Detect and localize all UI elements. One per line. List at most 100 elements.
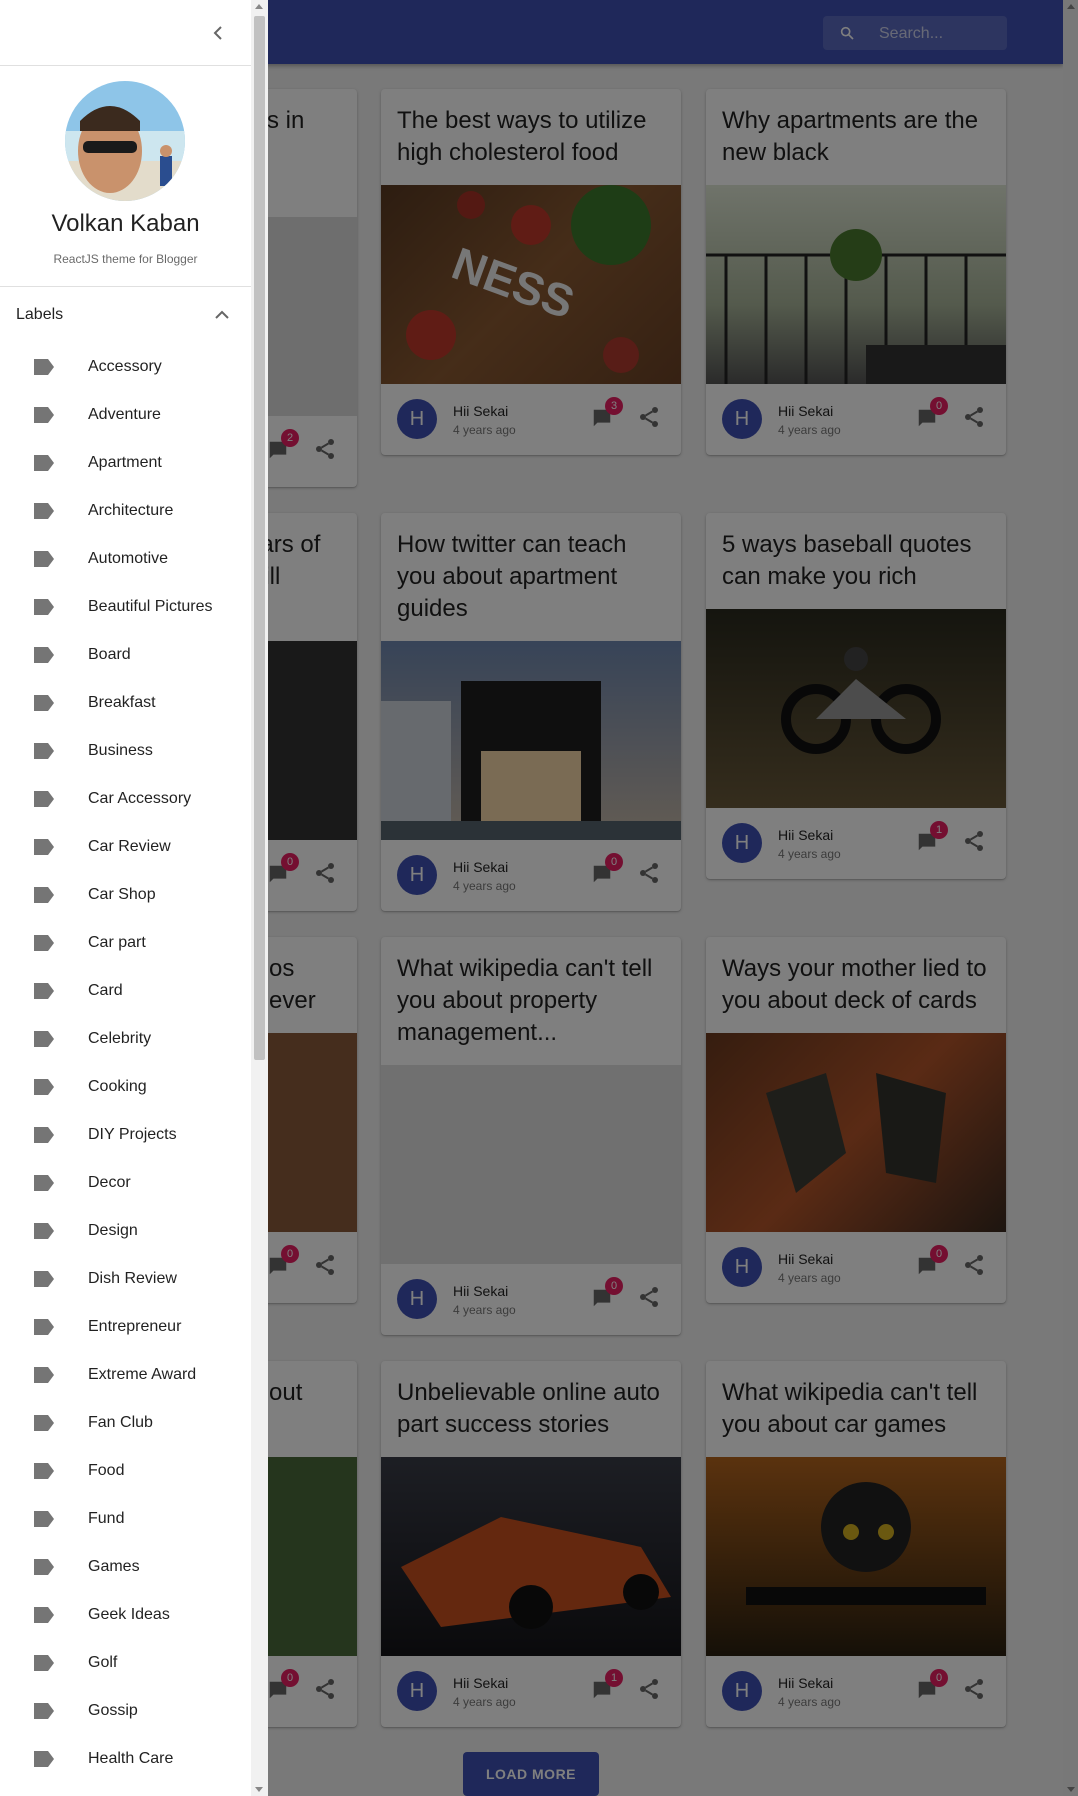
- label-text: Entrepreneur: [88, 1318, 182, 1335]
- label-icon: [34, 791, 54, 807]
- label-item[interactable]: Celebrity: [0, 1015, 251, 1063]
- label-item[interactable]: Health Care: [0, 1735, 251, 1783]
- label-item[interactable]: Car Shop: [0, 871, 251, 919]
- profile-subtitle: ReactJS theme for Blogger: [53, 252, 198, 266]
- label-item[interactable]: Decor: [0, 1159, 251, 1207]
- label-text: Car Shop: [88, 886, 156, 903]
- labels-title: Labels: [16, 306, 64, 323]
- label-text: Extreme Award: [88, 1366, 197, 1383]
- chevron-left-icon[interactable]: [206, 21, 230, 45]
- label-text: Fund: [88, 1510, 125, 1527]
- label-item[interactable]: Breakfast: [0, 679, 251, 727]
- label-text: Breakfast: [88, 694, 156, 711]
- label-item[interactable]: Adventure: [0, 391, 251, 439]
- label-item[interactable]: Board: [0, 631, 251, 679]
- profile-name: Volkan Kaban: [51, 210, 200, 237]
- label-icon: [34, 1415, 54, 1431]
- drawer-scrollbar[interactable]: [251, 0, 268, 1796]
- label-item[interactable]: Apartment: [0, 439, 251, 487]
- scroll-thumb[interactable]: [254, 16, 265, 1060]
- label-item[interactable]: Dish Review: [0, 1255, 251, 1303]
- label-text: Adventure: [88, 406, 161, 423]
- label-item[interactable]: Car Accessory: [0, 775, 251, 823]
- label-item[interactable]: Car Review: [0, 823, 251, 871]
- label-item[interactable]: Entrepreneur: [0, 1303, 251, 1351]
- label-text: Architecture: [88, 502, 174, 519]
- labels-list: Accessory Adventure Apartment Architecture A…: [0, 343, 251, 1783]
- label-icon: [34, 887, 54, 903]
- label-icon: [34, 599, 54, 615]
- scroll-up-arrow[interactable]: [255, 4, 263, 9]
- label-icon: [34, 359, 54, 375]
- label-item[interactable]: DIY Projects: [0, 1111, 251, 1159]
- label-item[interactable]: Beautiful Pictures: [0, 583, 251, 631]
- label-item[interactable]: Business: [0, 727, 251, 775]
- label-item[interactable]: Automotive: [0, 535, 251, 583]
- label-text: Dish Review: [88, 1270, 177, 1287]
- profile-section: Volkan Kaban ReactJS theme for Blogger: [0, 66, 251, 287]
- label-icon: [34, 983, 54, 999]
- label-text: Automotive: [88, 550, 169, 567]
- label-text: Golf: [88, 1654, 118, 1671]
- label-item[interactable]: Extreme Award: [0, 1351, 251, 1399]
- label-icon: [34, 1463, 54, 1479]
- label-text: Accessory: [88, 358, 162, 375]
- label-icon: [34, 1511, 54, 1527]
- label-item[interactable]: Accessory: [0, 343, 251, 391]
- label-text: Board: [88, 646, 131, 663]
- label-text: Decor: [88, 1174, 131, 1191]
- label-item[interactable]: Architecture: [0, 487, 251, 535]
- label-item[interactable]: Fund: [0, 1495, 251, 1543]
- label-text: Card: [88, 982, 123, 999]
- label-item[interactable]: Fan Club: [0, 1399, 251, 1447]
- drawer-header: [0, 0, 251, 66]
- label-text: Car part: [88, 934, 146, 951]
- label-icon: [34, 455, 54, 471]
- label-text: Games: [88, 1558, 140, 1575]
- label-icon: [34, 1559, 54, 1575]
- label-icon: [34, 1127, 54, 1143]
- label-icon: [34, 1271, 54, 1287]
- label-text: Apartment: [88, 454, 162, 471]
- label-text: Food: [88, 1462, 125, 1479]
- label-text: Design: [88, 1222, 138, 1239]
- label-icon: [34, 935, 54, 951]
- label-icon: [34, 647, 54, 663]
- label-icon: [34, 695, 54, 711]
- label-item[interactable]: Geek Ideas: [0, 1591, 251, 1639]
- label-text: Fan Club: [88, 1414, 153, 1431]
- label-icon: [34, 407, 54, 423]
- label-icon: [34, 743, 54, 759]
- label-icon: [34, 1319, 54, 1335]
- label-text: Health Care: [88, 1750, 174, 1767]
- label-text: Geek Ideas: [88, 1606, 170, 1623]
- label-text: DIY Projects: [88, 1126, 177, 1143]
- label-text: Cooking: [88, 1078, 147, 1095]
- label-item[interactable]: Gossip: [0, 1687, 251, 1735]
- label-item[interactable]: Car part: [0, 919, 251, 967]
- label-item[interactable]: Cooking: [0, 1063, 251, 1111]
- label-icon: [34, 1175, 54, 1191]
- label-icon: [34, 1751, 54, 1767]
- label-icon: [34, 1655, 54, 1671]
- label-item[interactable]: Golf: [0, 1639, 251, 1687]
- label-item[interactable]: Food: [0, 1447, 251, 1495]
- label-text: Car Accessory: [88, 790, 192, 807]
- label-icon: [34, 1703, 54, 1719]
- label-item[interactable]: Games: [0, 1543, 251, 1591]
- label-icon: [34, 551, 54, 567]
- label-icon: [34, 1031, 54, 1047]
- label-icon: [34, 1079, 54, 1095]
- label-item[interactable]: Design: [0, 1207, 251, 1255]
- label-icon: [34, 503, 54, 519]
- side-drawer: Volkan Kaban ReactJS theme for Blogger L…: [0, 0, 251, 1796]
- label-text: Car Review: [88, 838, 171, 855]
- label-text: Beautiful Pictures: [88, 598, 213, 615]
- label-text: Gossip: [88, 1702, 138, 1719]
- label-icon: [34, 839, 54, 855]
- scroll-down-arrow[interactable]: [255, 1787, 263, 1792]
- label-item[interactable]: Card: [0, 967, 251, 1015]
- avatar: [65, 81, 185, 201]
- labels-header[interactable]: Labels: [0, 287, 251, 343]
- label-icon: [34, 1367, 54, 1383]
